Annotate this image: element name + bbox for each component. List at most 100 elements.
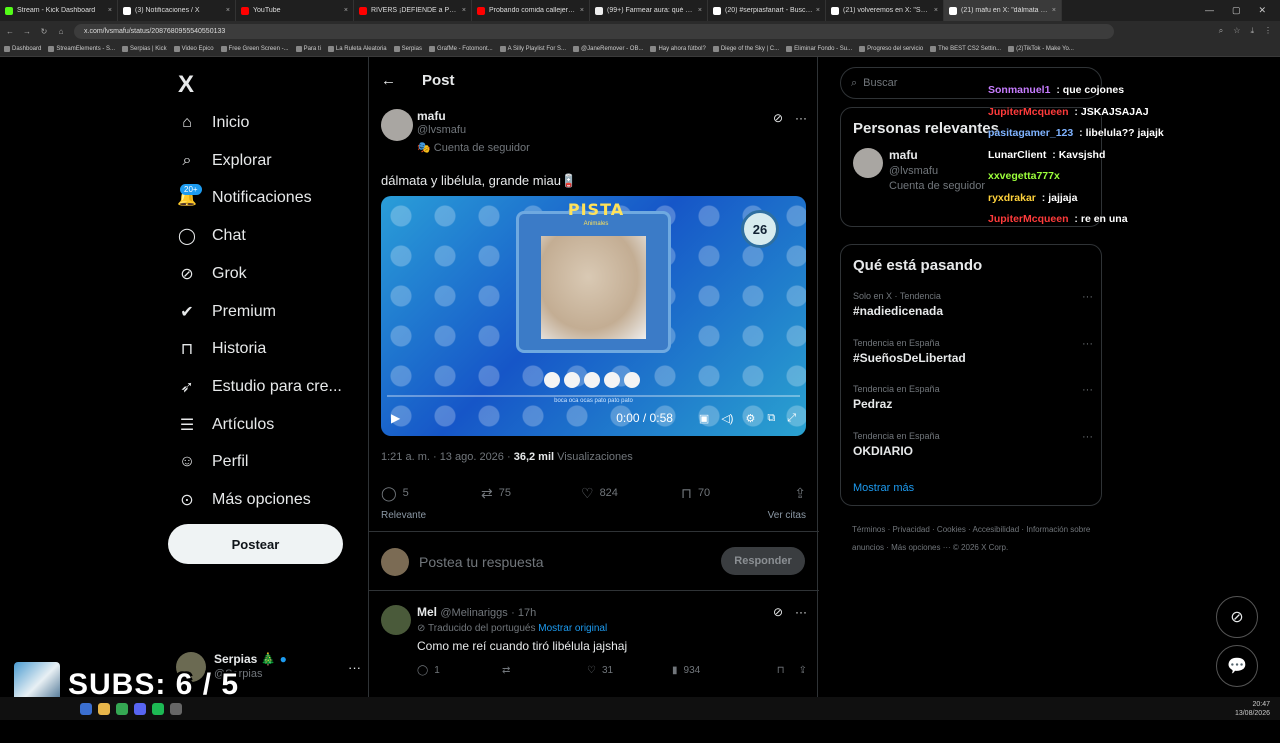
sort-dropdown[interactable]: Relevante [381, 510, 426, 521]
nav-item-bookmark[interactable]: ⊓ Historia [176, 331, 266, 367]
trend-item[interactable]: Tendencia en España Pedraz ··· [853, 384, 1093, 411]
video-progress[interactable] [387, 395, 800, 397]
post-button[interactable]: Postear [168, 524, 343, 564]
repost-action[interactable]: ⇄ 75 [481, 485, 581, 502]
browser-tab[interactable]: Probando comida callejera en C× [472, 0, 590, 21]
close-tab-icon[interactable]: × [698, 7, 702, 14]
bookmark-action[interactable]: ⊓ 70 [681, 485, 781, 502]
relevant-name[interactable]: mafu [889, 148, 918, 162]
close-tab-icon[interactable]: × [226, 7, 230, 14]
bookmark-icon[interactable]: ⊓ [777, 665, 785, 676]
browser-tab[interactable]: (21) mafu en X: "dálmata y libé × [944, 0, 1062, 21]
reply-input[interactable]: Postea tu respuesta [419, 554, 544, 570]
bookmark-item[interactable]: Eliminar Fondo - Su... [786, 45, 852, 52]
trend-more-icon[interactable]: ··· [1082, 431, 1093, 443]
bookmark-item[interactable]: Progreso del servicio [859, 45, 923, 52]
bookmark-item[interactable]: GrafMe - Fotomont... [428, 45, 493, 52]
nav-item-profile[interactable]: ☺ Perfil [176, 444, 249, 480]
zoom-icon[interactable]: ⌕ [1219, 26, 1223, 36]
post-author-avatar[interactable] [381, 109, 413, 141]
fullscreen-icon[interactable]: ⤢ [787, 412, 796, 425]
reply-button[interactable]: Responder [721, 547, 805, 575]
minimize-icon[interactable]: — [1205, 5, 1214, 16]
nav-item-bell[interactable]: 20+ 🔔 Notificaciones [176, 180, 312, 216]
bookmark-item[interactable]: Video Epico [173, 45, 214, 52]
download-icon[interactable]: ⤓ [1250, 26, 1254, 36]
bookmark-item[interactable]: Serpias [393, 45, 422, 52]
trend-item[interactable]: Solo en X · Tendencia #nadiedicenada ··· [853, 291, 1093, 318]
nav-item-articles[interactable]: ☰ Artículos [176, 407, 274, 443]
reply-repost-action[interactable]: ⇄ [502, 665, 587, 676]
browser-tab[interactable]: Stream - Kick Dashboard × [0, 0, 118, 21]
like-action[interactable]: ♡ 824 [581, 485, 681, 502]
nav-item-grok[interactable]: ⊘ Grok [176, 256, 246, 292]
reply-author-name[interactable]: Mel [417, 605, 437, 619]
obs-icon[interactable] [170, 702, 182, 715]
nav-item-search[interactable]: ⌕ Explorar [176, 143, 272, 179]
url-input[interactable]: x.com/lvsmafu/status/2087680955540550133 [74, 23, 1114, 39]
back-nav-icon[interactable]: ← [3, 27, 17, 36]
close-window-icon[interactable]: ✕ [1258, 5, 1266, 16]
spotify-icon[interactable] [152, 702, 164, 715]
close-tab-icon[interactable]: × [934, 7, 938, 14]
maximize-icon[interactable]: ▢ [1232, 5, 1241, 16]
bookmark-item[interactable]: Para ti [295, 45, 321, 52]
reply-avatar[interactable] [381, 605, 411, 635]
trend-more-icon[interactable]: ··· [1082, 291, 1093, 303]
bookmark-item[interactable]: Serpias | Kick [122, 45, 167, 52]
trend-item[interactable]: Tendencia en España #SueñosDeLibertad ··· [853, 338, 1093, 365]
close-tab-icon[interactable]: × [1052, 7, 1056, 14]
settings-icon[interactable]: ⚙ [745, 412, 755, 425]
trend-more-icon[interactable]: ··· [1082, 338, 1093, 350]
nav-item-rocket[interactable]: ➶ Estudio para cre... [176, 369, 342, 405]
menu-icon[interactable]: ⋮ [1264, 26, 1272, 36]
grok-explain-icon[interactable]: ⊘ [773, 605, 783, 619]
reply-action[interactable]: ◯ 5 [381, 485, 481, 502]
bookmark-item[interactable]: Free Green Screen -... [220, 45, 289, 52]
close-tab-icon[interactable]: × [462, 7, 466, 14]
files-icon[interactable] [98, 702, 110, 715]
video-player[interactable]: PISTA Animales 26 boca oca ocas pato pat… [381, 196, 806, 436]
bookmark-item[interactable]: Dashboard [4, 45, 41, 52]
start-icon[interactable] [80, 702, 92, 715]
post-more-icon[interactable]: ··· [795, 111, 807, 125]
reply-item[interactable]: Mel @Melinariggs · 17h ⊘ ··· ⊘ Traducido … [369, 593, 819, 743]
post-author-handle[interactable]: @lvsmafu [417, 123, 530, 137]
footer-links[interactable]: Términos · Privacidad · Cookies · Accesi… [852, 521, 1097, 557]
bookmark-item[interactable]: (2)TikTok - Make Yo... [1008, 45, 1074, 52]
pip-icon[interactable]: ⧉ [767, 412, 775, 425]
grok-fab-icon[interactable]: ⊘ [1216, 596, 1258, 638]
reply-reply-action[interactable]: ◯ 1 [417, 665, 502, 676]
browser-tab[interactable]: (20) #serpiasfanart - Buscar / X × [708, 0, 826, 21]
share-icon[interactable]: ⇪ [799, 665, 807, 676]
nav-item-premium[interactable]: ✔ Premium [176, 294, 276, 330]
close-tab-icon[interactable]: × [580, 7, 584, 14]
close-tab-icon[interactable]: × [108, 7, 112, 14]
relevant-avatar[interactable] [853, 148, 883, 178]
bookmark-item[interactable]: StreamElements - S... [48, 45, 115, 52]
share-action[interactable]: ⇪ [794, 485, 806, 502]
bookmark-item[interactable]: The BEST CS2 Settin... [930, 45, 1001, 52]
show-original-link[interactable]: Mostrar original [538, 623, 607, 634]
x-logo[interactable]: X [178, 71, 194, 99]
bookmark-item[interactable]: Hay ahora fútbol? [650, 45, 706, 52]
post-author-name[interactable]: mafu [417, 109, 530, 123]
browser-tab[interactable]: (21) volveremos en X: "SeFirox × [826, 0, 944, 21]
browser-tab[interactable]: (99+) Farmear aura: qué son y c× [590, 0, 708, 21]
close-tab-icon[interactable]: × [816, 7, 820, 14]
trend-more-icon[interactable]: ··· [1082, 384, 1093, 396]
browser-tab[interactable]: RIVERS ¡DEFIENDE a PRODUCCIÓN× [354, 0, 472, 21]
volume-icon[interactable]: ◁) [721, 412, 733, 425]
chrome-icon[interactable] [116, 702, 128, 715]
nav-item-home[interactable]: ⌂ Inicio [176, 105, 249, 141]
bookmark-item[interactable]: La Ruleta Aleatoria [327, 45, 387, 52]
star-icon[interactable]: ☆ [1233, 26, 1240, 36]
reply-like-action[interactable]: ♡ 31 [587, 665, 672, 676]
bookmark-item[interactable]: @JaneRemover - OB... [573, 45, 643, 52]
show-more-link[interactable]: Mostrar más [853, 482, 914, 494]
browser-tab[interactable]: YouTube × [236, 0, 354, 21]
captions-icon[interactable]: ▣ [699, 412, 709, 425]
trend-item[interactable]: Tendencia en España OKDIARIO ··· [853, 431, 1093, 458]
discord-icon[interactable] [134, 702, 146, 715]
reply-more-icon[interactable]: ··· [795, 605, 807, 619]
